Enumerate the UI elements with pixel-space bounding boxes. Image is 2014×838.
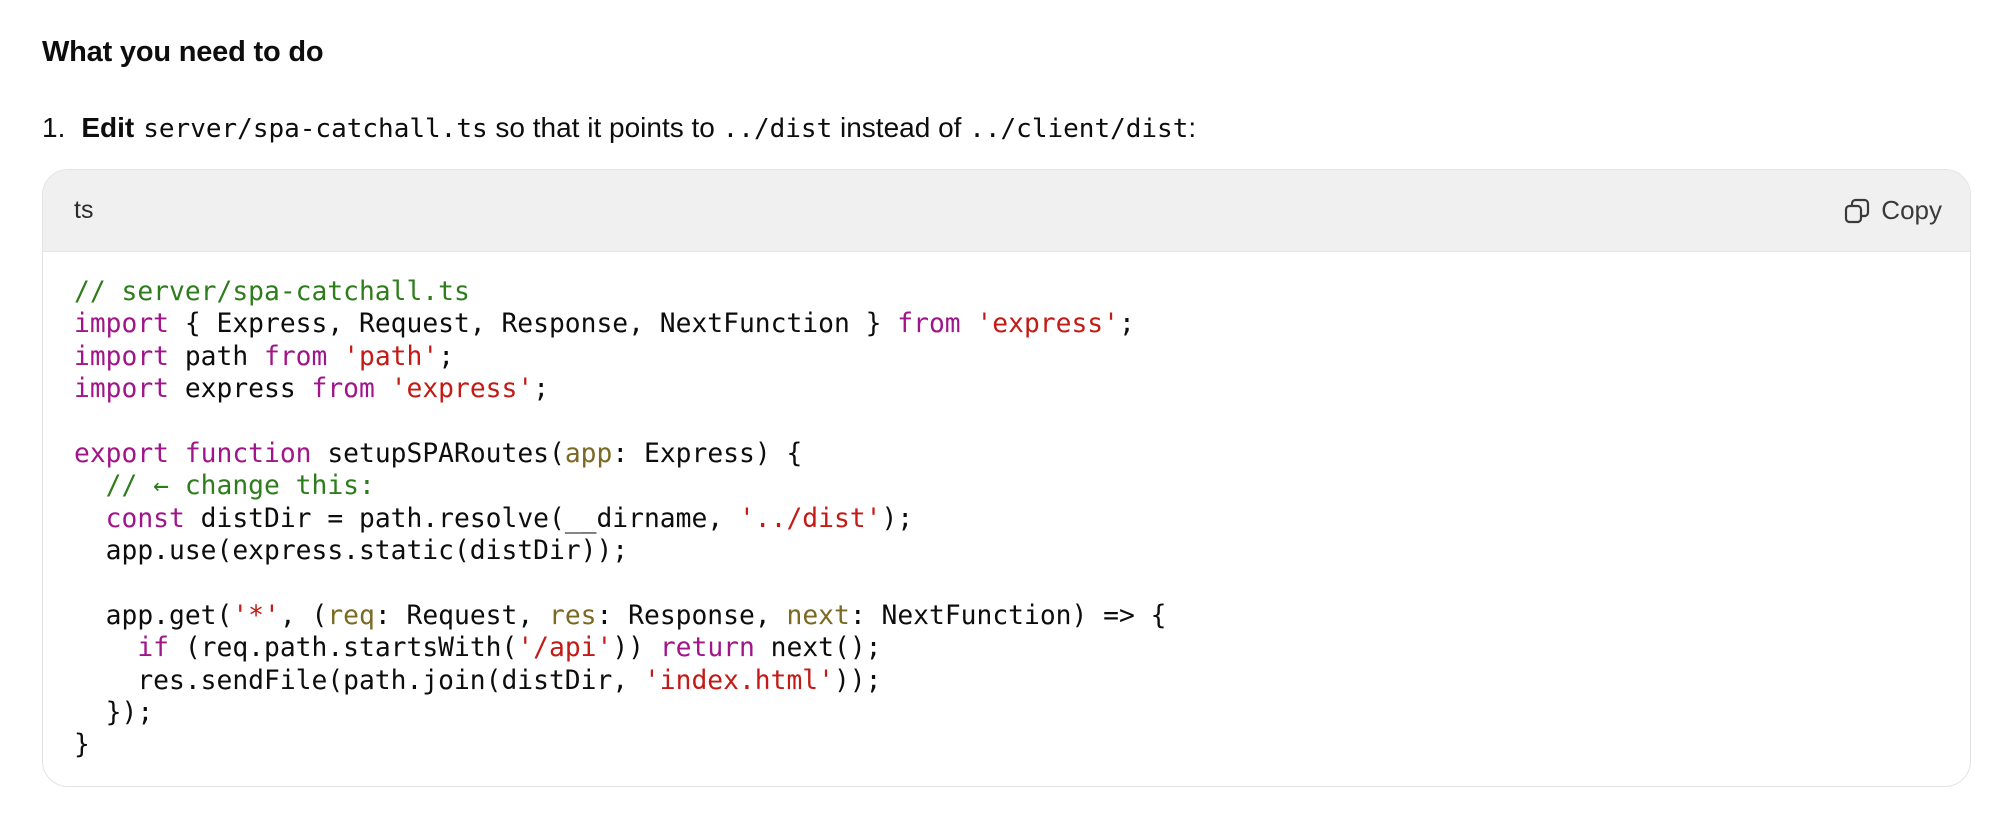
code-token-plain: path: [169, 341, 264, 372]
code-token-param: app: [564, 438, 613, 469]
code-token-plain: : Request,: [374, 600, 549, 631]
inline-code-old-path: ../client/dist: [969, 114, 1189, 144]
code-token-plain: next();: [754, 633, 882, 664]
code-token-plain: });: [74, 698, 154, 729]
code-token-keyword: import: [74, 309, 169, 340]
step-number: 1.: [42, 112, 66, 143]
step-instruction: 1. Edit server/spa-catchall.ts so that i…: [42, 112, 1196, 144]
code-line: });: [74, 697, 1939, 729]
code-line: if (req.path.startsWith('/api')) return …: [74, 632, 1939, 664]
code-line: // server/spa-catchall.ts: [74, 276, 1939, 308]
code-language-label: ts: [74, 196, 94, 224]
code-token-keyword: export: [74, 438, 169, 469]
code-token-plain: (req.path.startsWith(: [169, 633, 518, 664]
code-line: import path from 'path';: [74, 341, 1939, 373]
code-token-string: 'path': [343, 341, 439, 372]
code-token-plain: }: [74, 730, 90, 761]
code-token-plain: ;: [533, 374, 550, 405]
code-token-string: 'express': [976, 309, 1119, 340]
code-token-keyword: from: [264, 341, 328, 372]
code-token-string: '../dist': [738, 503, 882, 534]
code-line: import express from 'express';: [74, 373, 1939, 405]
code-token-keyword: if: [137, 633, 170, 664]
inline-code-file: server/spa-catchall.ts: [143, 114, 488, 144]
code-token-plain: ;: [1118, 309, 1135, 340]
code-token-keyword: return: [659, 633, 755, 664]
step-bold-verb: Edit: [81, 112, 135, 143]
code-token-plain: res.sendFile(path.join(distDir,: [74, 665, 644, 696]
code-line: }: [74, 729, 1939, 761]
step-text: so that it points to: [487, 112, 723, 143]
code-block-header: ts Copy: [43, 170, 1970, 252]
code-token-keyword: function: [184, 438, 312, 469]
code-token-param: req: [327, 600, 375, 631]
code-token-comment: // ← change this:: [105, 471, 375, 502]
code-token-string: '/api': [517, 633, 613, 664]
code-token-keyword: const: [105, 503, 185, 534]
code-token-plain: );: [881, 503, 914, 534]
copy-button[interactable]: Copy: [1843, 195, 1942, 226]
inline-code-new-path: ../dist: [722, 114, 833, 144]
section-heading: What you need to do: [42, 36, 324, 68]
step-text: :: [1188, 112, 1197, 143]
code-token-comment: // server/spa-catchall.ts: [74, 277, 470, 307]
code-token-keyword: from: [897, 309, 961, 340]
code-token-plain: : NextFunction) => {: [849, 600, 1167, 631]
code-token-param: next: [786, 600, 850, 631]
code-token-keyword: import: [74, 341, 169, 372]
code-token-plain: distDir = path.resolve(__dirname,: [184, 503, 739, 534]
code-block: ts Copy // server/spa-catchall.ts import …: [42, 169, 1971, 787]
code-line: app.get('*', (req: Request, res: Respons…: [74, 600, 1939, 632]
code-token-plain: : Response,: [596, 600, 787, 631]
code-content[interactable]: // server/spa-catchall.ts import { Expres…: [43, 252, 1970, 762]
code-line: // ← change this:: [74, 470, 1939, 502]
code-token-plain: , (: [279, 600, 328, 631]
code-token-string: 'express': [390, 374, 534, 405]
code-line: const distDir = path.resolve(__dirname, …: [74, 503, 1939, 535]
code-token-plain: { Express, Request, Response, NextFuncti…: [169, 309, 898, 340]
code-token-keyword: import: [74, 374, 169, 405]
code-token-param: res: [548, 600, 597, 631]
code-token-plain: ));: [833, 665, 882, 696]
code-line: res.sendFile(path.join(distDir, 'index.h…: [74, 665, 1939, 697]
code-token-plain: )): [612, 633, 660, 664]
step-text: instead of: [832, 112, 970, 143]
code-line: import { Express, Request, Response, Nex…: [74, 308, 1939, 340]
code-token-plain: express: [169, 374, 312, 405]
code-token-keyword: from: [311, 374, 375, 405]
code-token-string: 'index.html': [643, 665, 834, 696]
code-token-plain: setupSPARoutes(: [311, 438, 565, 469]
code-line: export function setupSPARoutes(app: Expr…: [74, 438, 1939, 470]
code-token-string: '*': [232, 600, 280, 631]
copy-label: Copy: [1881, 195, 1942, 225]
code-token-plain: ;: [438, 341, 455, 372]
code-token-plain: app.use(express.static(distDir));: [74, 536, 629, 567]
copy-icon: [1843, 197, 1871, 225]
code-line: app.use(express.static(distDir));: [74, 535, 1939, 567]
code-token-plain: app.get(: [74, 600, 233, 631]
code-token-plain: : Express) {: [612, 438, 803, 469]
